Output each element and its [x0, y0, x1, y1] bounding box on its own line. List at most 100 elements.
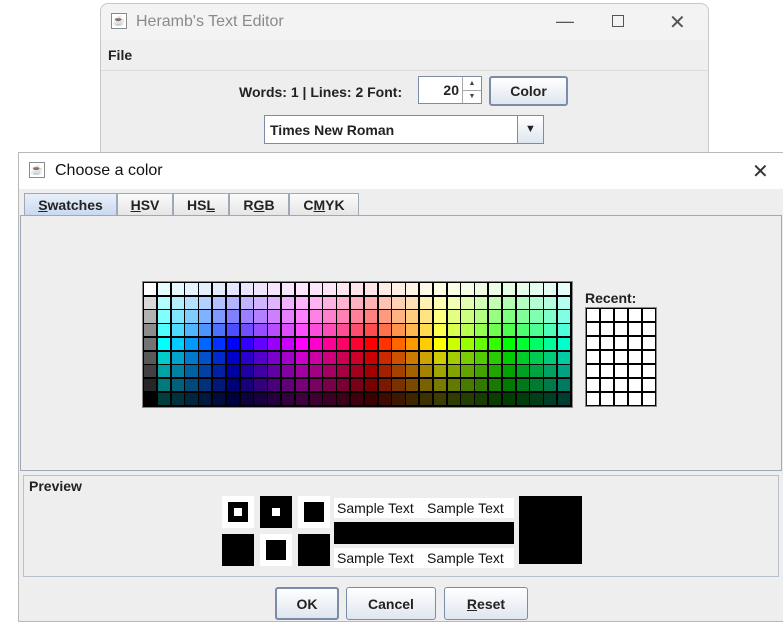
- recent-swatch[interactable]: [587, 365, 599, 377]
- color-swatch[interactable]: [337, 392, 350, 405]
- color-swatch[interactable]: [240, 283, 253, 296]
- color-swatch[interactable]: [185, 365, 198, 378]
- color-swatch[interactable]: [447, 365, 460, 378]
- color-swatch[interactable]: [171, 324, 184, 337]
- color-swatch[interactable]: [530, 337, 543, 350]
- color-swatch[interactable]: [226, 337, 240, 350]
- recent-swatch[interactable]: [629, 309, 641, 321]
- color-swatch[interactable]: [199, 296, 212, 309]
- color-swatch[interactable]: [420, 296, 433, 309]
- color-swatch[interactable]: [502, 378, 516, 392]
- color-swatch[interactable]: [226, 365, 240, 378]
- color-swatch[interactable]: [461, 324, 474, 337]
- color-swatch[interactable]: [309, 351, 322, 364]
- color-swatch[interactable]: [489, 392, 502, 405]
- recent-swatch[interactable]: [601, 309, 613, 321]
- color-swatch[interactable]: [544, 296, 557, 309]
- color-swatch[interactable]: [516, 337, 529, 350]
- color-swatch[interactable]: [392, 324, 405, 337]
- cancel-button[interactable]: Cancel: [346, 587, 436, 620]
- color-swatch[interactable]: [323, 296, 336, 309]
- color-swatch[interactable]: [337, 351, 350, 364]
- close-icon[interactable]: ✕: [669, 10, 686, 35]
- color-swatch[interactable]: [433, 351, 447, 364]
- color-swatch[interactable]: [530, 296, 543, 309]
- color-swatch[interactable]: [558, 324, 571, 337]
- recent-swatch[interactable]: [629, 323, 641, 335]
- recent-swatch[interactable]: [629, 337, 641, 349]
- color-swatch[interactable]: [461, 283, 474, 296]
- chevron-down-icon[interactable]: ▼: [517, 116, 543, 143]
- recent-swatch[interactable]: [601, 351, 613, 363]
- color-swatch[interactable]: [337, 378, 350, 392]
- color-button[interactable]: Color: [489, 76, 568, 106]
- color-swatch[interactable]: [268, 310, 281, 323]
- color-swatch[interactable]: [337, 296, 350, 309]
- color-swatch[interactable]: [489, 310, 502, 323]
- swatch-grid[interactable]: [142, 281, 573, 408]
- color-swatch[interactable]: [295, 337, 309, 350]
- color-swatch[interactable]: [213, 296, 226, 309]
- color-swatch[interactable]: [157, 324, 171, 337]
- color-swatch[interactable]: [157, 296, 171, 309]
- recent-swatch-grid[interactable]: [585, 307, 657, 407]
- color-swatch[interactable]: [240, 392, 253, 405]
- color-swatch[interactable]: [420, 324, 433, 337]
- color-swatch[interactable]: [240, 365, 253, 378]
- recent-swatch[interactable]: [629, 379, 641, 391]
- tab-rgb[interactable]: RGB: [229, 193, 289, 215]
- color-swatch[interactable]: [323, 378, 336, 392]
- color-swatch[interactable]: [447, 337, 460, 350]
- color-swatch[interactable]: [447, 283, 460, 296]
- color-swatch[interactable]: [213, 392, 226, 405]
- color-swatch[interactable]: [433, 392, 447, 405]
- color-swatch[interactable]: [489, 283, 502, 296]
- color-swatch[interactable]: [171, 296, 184, 309]
- color-swatch[interactable]: [378, 351, 391, 364]
- color-swatch[interactable]: [185, 296, 198, 309]
- color-swatch[interactable]: [144, 310, 157, 323]
- recent-swatch[interactable]: [615, 365, 627, 377]
- color-swatch[interactable]: [378, 378, 391, 392]
- color-swatch[interactable]: [475, 378, 488, 392]
- color-swatch[interactable]: [268, 378, 281, 392]
- color-swatch[interactable]: [323, 351, 336, 364]
- color-swatch[interactable]: [351, 296, 364, 309]
- color-swatch[interactable]: [185, 283, 198, 296]
- color-swatch[interactable]: [433, 324, 447, 337]
- color-swatch[interactable]: [516, 283, 529, 296]
- color-swatch[interactable]: [240, 378, 253, 392]
- recent-swatch[interactable]: [587, 323, 599, 335]
- color-swatch[interactable]: [502, 324, 516, 337]
- color-swatch[interactable]: [544, 351, 557, 364]
- color-swatch[interactable]: [530, 378, 543, 392]
- color-swatch[interactable]: [364, 324, 378, 337]
- color-swatch[interactable]: [254, 365, 267, 378]
- color-swatch[interactable]: [502, 365, 516, 378]
- color-swatch[interactable]: [213, 351, 226, 364]
- color-swatch[interactable]: [226, 378, 240, 392]
- minimize-icon[interactable]: —: [556, 11, 574, 32]
- color-swatch[interactable]: [295, 296, 309, 309]
- color-swatch[interactable]: [309, 310, 322, 323]
- recent-swatch[interactable]: [643, 337, 655, 349]
- color-swatch[interactable]: [544, 283, 557, 296]
- color-swatch[interactable]: [502, 283, 516, 296]
- color-swatch[interactable]: [157, 365, 171, 378]
- color-swatch[interactable]: [489, 365, 502, 378]
- color-swatch[interactable]: [378, 296, 391, 309]
- color-swatch[interactable]: [282, 337, 295, 350]
- color-swatch[interactable]: [558, 296, 571, 309]
- color-swatch[interactable]: [171, 310, 184, 323]
- color-swatch[interactable]: [406, 310, 419, 323]
- color-swatch[interactable]: [254, 324, 267, 337]
- color-swatch[interactable]: [254, 378, 267, 392]
- color-swatch[interactable]: [475, 351, 488, 364]
- recent-swatch[interactable]: [601, 393, 613, 405]
- color-swatch[interactable]: [530, 310, 543, 323]
- color-swatch[interactable]: [364, 296, 378, 309]
- color-swatch[interactable]: [364, 310, 378, 323]
- spinner-up-icon[interactable]: ▲: [462, 77, 481, 91]
- tab-hsv[interactable]: H SV: [117, 193, 173, 215]
- recent-swatch[interactable]: [615, 351, 627, 363]
